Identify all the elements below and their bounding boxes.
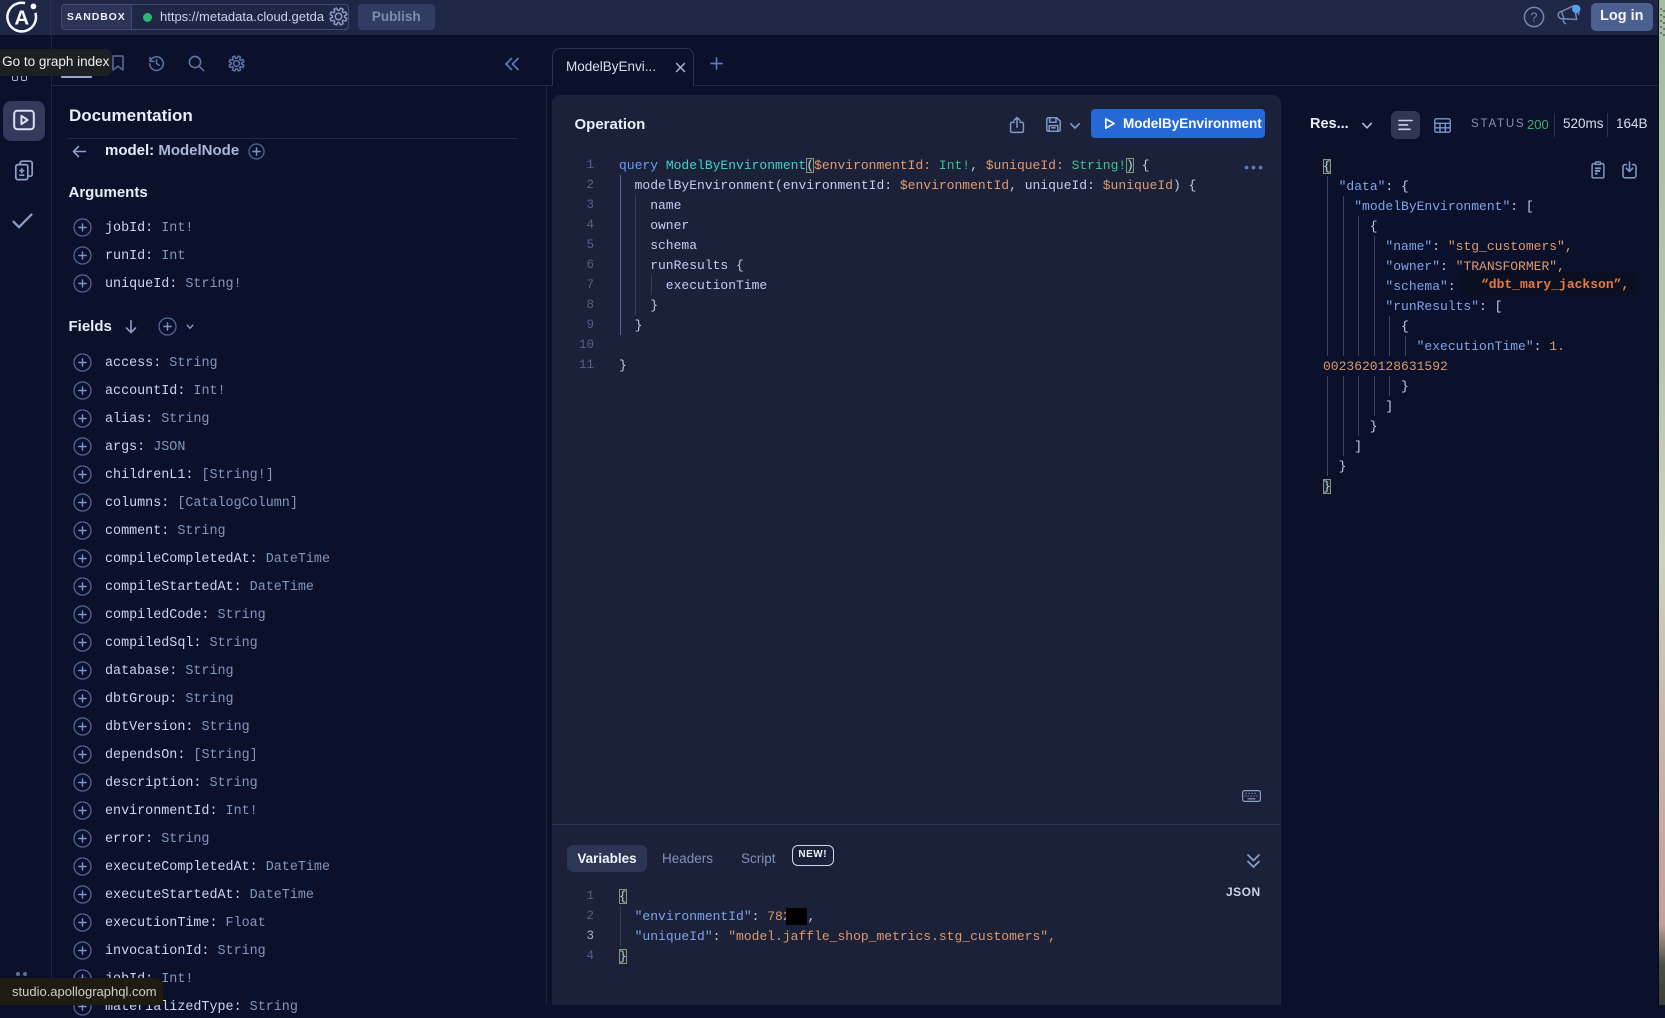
- svg-text:A: A: [14, 7, 29, 30]
- svg-text:?: ?: [1531, 10, 1538, 24]
